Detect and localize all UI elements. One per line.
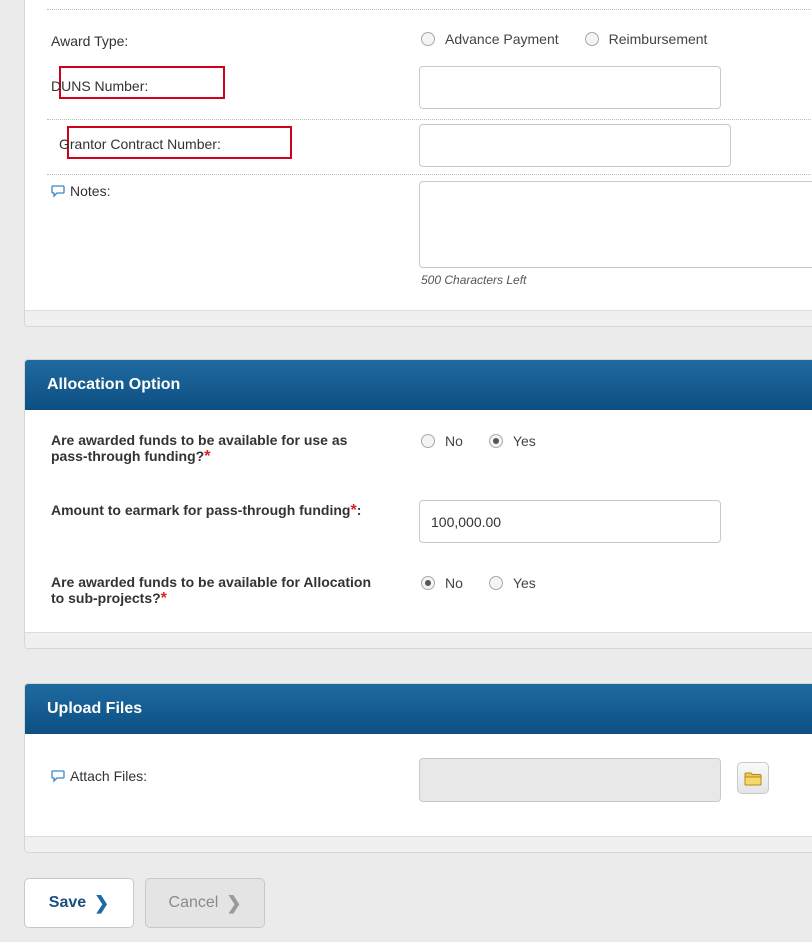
divider	[47, 174, 812, 175]
browse-files-button[interactable]	[737, 762, 769, 794]
allocation-option-header: Allocation Option	[25, 360, 812, 410]
grantor-contract-row: Grantor Contract Number:	[47, 121, 812, 173]
cancel-button-label: Cancel	[168, 894, 219, 911]
pass-through-row: Are awarded funds to be available for us…	[47, 432, 812, 492]
chat-bubble-icon	[51, 770, 65, 783]
duns-row: DUNS Number:	[47, 63, 812, 123]
radio-pass-through-no-label[interactable]: No	[445, 433, 463, 449]
chat-bubble-icon	[51, 185, 65, 198]
earmark-label-text: Amount to earmark for pass-through fundi…	[51, 502, 351, 518]
radio-reimbursement-label[interactable]: Reimbursement	[609, 31, 708, 47]
notes-textarea[interactable]	[419, 181, 812, 268]
radio-pass-through-yes-label[interactable]: Yes	[513, 433, 536, 449]
radio-reimbursement[interactable]	[584, 32, 599, 46]
radio-advance-payment-label[interactable]: Advance Payment	[445, 31, 559, 47]
upload-files-header: Upload Files	[25, 684, 812, 734]
award-type-radios: Advance Payment Reimbursement	[421, 31, 733, 47]
attach-files-label-wrap: Attach Files:	[51, 768, 147, 784]
notes-row: Notes: 500 Characters Left	[47, 177, 812, 287]
panel-footer	[25, 836, 812, 852]
sub-projects-label: Are awarded funds to be available for Al…	[51, 574, 381, 607]
grantor-contract-label: Grantor Contract Number:	[59, 136, 221, 152]
radio-pass-through-yes[interactable]	[488, 434, 503, 448]
duns-label: DUNS Number:	[51, 78, 149, 94]
notes-label: Notes:	[70, 183, 111, 199]
pass-through-label: Are awarded funds to be available for us…	[51, 432, 381, 465]
allocation-option-panel: Allocation Option Are awarded funds to b…	[24, 359, 812, 649]
award-type-label: Award Type:	[51, 33, 129, 49]
earmark-amount-input[interactable]	[419, 500, 721, 543]
required-asterisk: *	[204, 448, 211, 465]
radio-advance-payment[interactable]	[421, 32, 435, 46]
sub-projects-radios: No Yes	[421, 575, 562, 591]
duns-input[interactable]	[419, 66, 721, 109]
panel-footer	[25, 632, 812, 648]
pass-through-radios: No Yes	[421, 433, 562, 449]
notes-characters-left: 500 Characters Left	[421, 273, 527, 287]
panel-footer	[25, 310, 812, 326]
notes-label-wrap: Notes:	[51, 183, 110, 199]
save-button-label: Save	[48, 894, 87, 911]
grantor-contract-input[interactable]	[419, 124, 731, 167]
cancel-button[interactable]: Cancel ❯	[145, 878, 265, 928]
required-asterisk: *	[160, 590, 167, 607]
chevron-right-icon: ❯	[94, 892, 110, 913]
divider	[47, 9, 812, 10]
earmark-row: Amount to earmark for pass-through fundi…	[47, 500, 812, 552]
chevron-right-icon: ❯	[226, 892, 242, 913]
earmark-label: Amount to earmark for pass-through fundi…	[51, 502, 371, 519]
award-type-row: Award Type: Advance Payment Reimbursemen…	[47, 19, 812, 63]
save-button[interactable]: Save ❯	[24, 878, 134, 928]
radio-sub-projects-yes[interactable]	[488, 576, 503, 590]
radio-pass-through-no[interactable]	[421, 434, 435, 448]
attach-files-label: Attach Files:	[70, 768, 148, 784]
upload-files-panel: Upload Files Attach Files:	[24, 683, 812, 853]
earmark-label-colon: :	[356, 502, 362, 518]
divider	[47, 119, 812, 120]
folder-icon	[744, 772, 762, 785]
pass-through-label-text: Are awarded funds to be available for us…	[51, 432, 348, 464]
sub-projects-row: Are awarded funds to be available for Al…	[47, 574, 812, 624]
radio-sub-projects-no-label[interactable]: No	[445, 575, 463, 591]
attach-files-row: Attach Files:	[47, 758, 812, 808]
sub-projects-label-text: Are awarded funds to be available for Al…	[51, 574, 371, 606]
radio-sub-projects-no[interactable]	[421, 576, 435, 590]
radio-sub-projects-yes-label[interactable]: Yes	[513, 575, 536, 591]
award-details-panel: Award Type: Advance Payment Reimbursemen…	[24, 0, 812, 327]
attach-files-input	[419, 758, 721, 802]
